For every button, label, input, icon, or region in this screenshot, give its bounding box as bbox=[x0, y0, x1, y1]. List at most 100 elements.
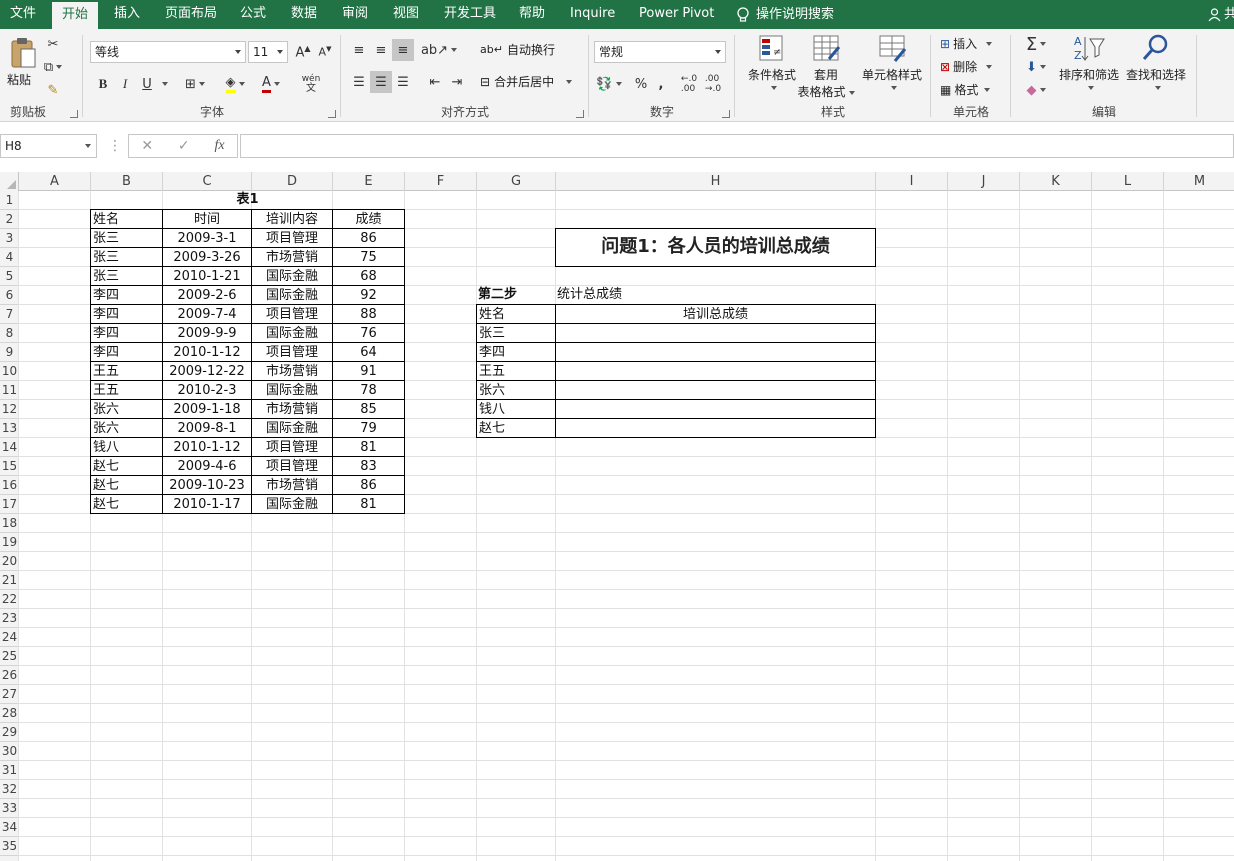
row-header[interactable]: 32 bbox=[0, 780, 19, 799]
comma-button[interactable]: , bbox=[650, 73, 672, 95]
column-header[interactable]: K bbox=[1020, 172, 1092, 191]
table1-cell[interactable]: 2010-2-3 bbox=[162, 380, 252, 400]
column-header[interactable]: A bbox=[19, 172, 91, 191]
table1-cell[interactable]: 项目管理 bbox=[251, 437, 333, 457]
tell-me-search[interactable]: 操作说明搜索 bbox=[726, 0, 844, 29]
alignment-launcher-icon[interactable] bbox=[576, 110, 584, 118]
step-text[interactable]: 统计总成绩 bbox=[555, 285, 876, 305]
tab-view[interactable]: 视图 bbox=[383, 0, 429, 29]
tab-power-pivot[interactable]: Power Pivot bbox=[629, 0, 724, 29]
underline-button[interactable]: U bbox=[136, 73, 158, 95]
table1-cell[interactable]: 国际金融 bbox=[251, 323, 333, 343]
resize-handle-icon[interactable]: ⋮ bbox=[108, 138, 122, 154]
row-header[interactable]: 16 bbox=[0, 476, 19, 495]
table1-cell[interactable]: 2010-1-12 bbox=[162, 437, 252, 457]
font-launcher-icon[interactable] bbox=[328, 110, 336, 118]
format-painter-button[interactable]: ✎ bbox=[42, 79, 64, 101]
tab-inquire[interactable]: Inquire bbox=[560, 0, 625, 29]
row-header[interactable]: 23 bbox=[0, 609, 19, 628]
table1-cell[interactable]: 钱八 bbox=[90, 437, 163, 457]
table1-cell[interactable]: 85 bbox=[332, 399, 405, 419]
table1-cell[interactable]: 张三 bbox=[90, 228, 163, 248]
summary-total-cell[interactable] bbox=[555, 323, 876, 343]
tab-insert[interactable]: 插入 bbox=[104, 0, 150, 29]
summary-header-name[interactable]: 姓名 bbox=[476, 304, 556, 324]
cell-styles-button[interactable]: 单元格样式 bbox=[856, 33, 928, 91]
table1-cell[interactable]: 2009-1-18 bbox=[162, 399, 252, 419]
summary-name-cell[interactable]: 赵七 bbox=[476, 418, 556, 438]
table1-cell[interactable]: 王五 bbox=[90, 361, 163, 381]
row-header[interactable]: 7 bbox=[0, 305, 19, 324]
summary-total-cell[interactable] bbox=[555, 418, 876, 438]
align-center-button[interactable]: ☰ bbox=[370, 71, 392, 93]
table1-title[interactable]: 表1 bbox=[90, 190, 405, 210]
table1-cell[interactable]: 2009-12-22 bbox=[162, 361, 252, 381]
table1-cell[interactable]: 86 bbox=[332, 228, 405, 248]
column-header[interactable]: E bbox=[333, 172, 405, 191]
font-name-select[interactable]: 等线 bbox=[90, 41, 246, 63]
table1-cell[interactable]: 75 bbox=[332, 247, 405, 267]
table1-cell[interactable]: 国际金融 bbox=[251, 418, 333, 438]
row-header[interactable]: 30 bbox=[0, 742, 19, 761]
question-title[interactable]: 问题1：各人员的培训总成绩 bbox=[555, 228, 876, 267]
table1-header-cell[interactable]: 培训内容 bbox=[251, 209, 333, 229]
autosum-button[interactable]: Σ bbox=[1020, 33, 1052, 55]
table1-cell[interactable]: 张六 bbox=[90, 399, 163, 419]
table1-cell[interactable]: 78 bbox=[332, 380, 405, 400]
table1-cell[interactable]: 76 bbox=[332, 323, 405, 343]
row-header[interactable]: 1 bbox=[0, 191, 19, 210]
tab-data[interactable]: 数据 bbox=[281, 0, 327, 29]
table1-cell[interactable]: 81 bbox=[332, 437, 405, 457]
summary-total-cell[interactable] bbox=[555, 380, 876, 400]
table1-cell[interactable]: 79 bbox=[332, 418, 405, 438]
table1-cell[interactable]: 李四 bbox=[90, 323, 163, 343]
select-all-button[interactable] bbox=[0, 172, 19, 191]
summary-total-cell[interactable] bbox=[555, 342, 876, 362]
find-select-button[interactable]: 查找和选择 bbox=[1120, 33, 1192, 91]
row-header[interactable]: 17 bbox=[0, 495, 19, 514]
enter-icon[interactable]: ✓ bbox=[178, 138, 190, 154]
table1-cell[interactable]: 王五 bbox=[90, 380, 163, 400]
row-header[interactable]: 27 bbox=[0, 685, 19, 704]
name-box[interactable]: H8 bbox=[0, 134, 97, 158]
row-header[interactable]: 18 bbox=[0, 514, 19, 533]
column-header[interactable]: J bbox=[948, 172, 1020, 191]
row-header[interactable]: 3 bbox=[0, 229, 19, 248]
column-header[interactable]: B bbox=[91, 172, 163, 191]
table1-cell[interactable]: 68 bbox=[332, 266, 405, 286]
tab-home[interactable]: 开始 bbox=[52, 0, 99, 29]
table1-cell[interactable]: 81 bbox=[332, 494, 405, 514]
step-label[interactable]: 第二步 bbox=[476, 285, 556, 305]
summary-header-total[interactable]: 培训总成绩 bbox=[555, 304, 876, 324]
number-launcher-icon[interactable] bbox=[722, 110, 730, 118]
table1-cell[interactable]: 2009-3-26 bbox=[162, 247, 252, 267]
clipboard-launcher-icon[interactable] bbox=[70, 110, 78, 118]
row-header[interactable]: 26 bbox=[0, 666, 19, 685]
increase-font-button[interactable]: A▲ bbox=[292, 41, 314, 63]
row-header[interactable]: 12 bbox=[0, 400, 19, 419]
decrease-decimal-button[interactable]: .00 →.0 bbox=[702, 73, 724, 95]
row-header[interactable]: 10 bbox=[0, 362, 19, 381]
table1-cell[interactable]: 2009-4-6 bbox=[162, 456, 252, 476]
font-size-select[interactable]: 11 bbox=[248, 41, 288, 63]
merge-center-button[interactable]: ⊟ 合并后居中 bbox=[480, 73, 573, 90]
table1-cell[interactable]: 项目管理 bbox=[251, 304, 333, 324]
tab-review[interactable]: 审阅 bbox=[332, 0, 378, 29]
table1-cell[interactable]: 市场营销 bbox=[251, 399, 333, 419]
format-as-table-button[interactable]: 套用 表格格式 bbox=[796, 33, 856, 100]
decrease-indent-button[interactable]: ⇤ bbox=[424, 71, 446, 93]
row-header[interactable]: 20 bbox=[0, 552, 19, 571]
table1-cell[interactable]: 市场营销 bbox=[251, 247, 333, 267]
tab-file[interactable]: 文件 bbox=[0, 0, 46, 29]
table1-cell[interactable]: 项目管理 bbox=[251, 342, 333, 362]
bold-button[interactable]: B bbox=[92, 73, 114, 95]
cells-area[interactable]: 表1 姓名 时间 培训内容 成绩 张三 2009-3-1 项目管理 86 张三 2009-3-26 市… bbox=[18, 190, 1234, 861]
table1-cell[interactable]: 2009-3-1 bbox=[162, 228, 252, 248]
row-header[interactable]: 6 bbox=[0, 286, 19, 305]
formula-input[interactable] bbox=[240, 134, 1234, 158]
table1-cell[interactable]: 赵七 bbox=[90, 475, 163, 495]
tab-page-layout[interactable]: 页面布局 bbox=[155, 0, 227, 29]
paste-button[interactable] bbox=[6, 35, 40, 71]
table1-cell[interactable]: 李四 bbox=[90, 342, 163, 362]
column-header[interactable]: D bbox=[252, 172, 333, 191]
